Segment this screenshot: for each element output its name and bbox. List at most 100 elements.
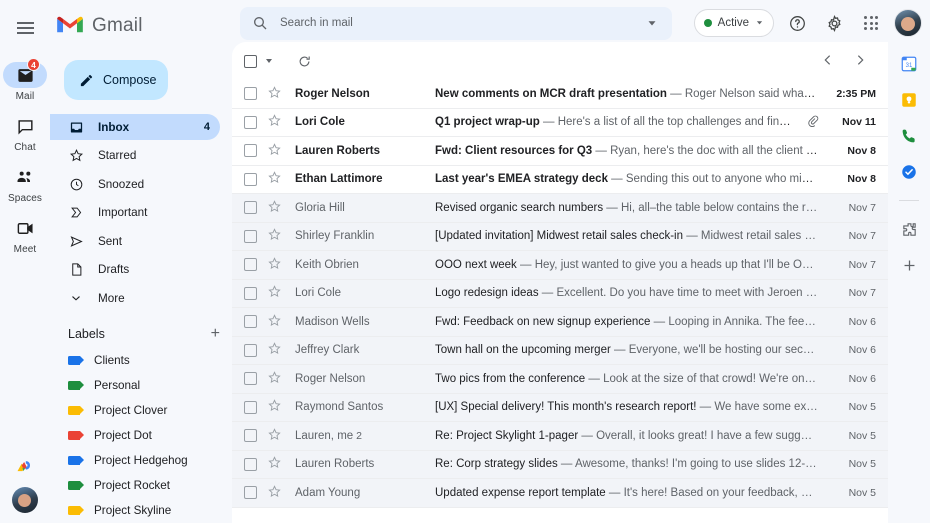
chevron-right-icon[interactable] bbox=[852, 52, 870, 70]
star-icon[interactable] bbox=[267, 256, 283, 274]
google-apps-color-icon[interactable] bbox=[15, 457, 35, 477]
gear-settings-icon[interactable] bbox=[820, 9, 848, 37]
email-row[interactable]: Lauren Roberts Fwd: Client resources for … bbox=[232, 137, 888, 166]
email-row[interactable]: Gloria Hill Revised organic search number… bbox=[232, 194, 888, 223]
sidebar-item-important[interactable]: Important bbox=[50, 200, 220, 226]
email-select-checkbox[interactable] bbox=[244, 372, 257, 386]
star-icon[interactable] bbox=[267, 199, 283, 217]
sidebar-item-snoozed[interactable]: Snoozed bbox=[50, 171, 220, 197]
email-select-checkbox[interactable] bbox=[244, 258, 257, 272]
star-icon[interactable] bbox=[267, 427, 283, 445]
email-row[interactable]: Lori Cole Q1 project wrap-up — Here's a l… bbox=[232, 108, 888, 137]
label-text: Personal bbox=[94, 378, 141, 392]
label-item-project-clover[interactable]: Project Clover bbox=[50, 398, 232, 423]
email-row[interactable]: Lori Cole Logo redesign ideas — Excellent… bbox=[232, 279, 888, 308]
email-subject-cell: New comments on MCR draft presentation —… bbox=[435, 88, 818, 100]
email-row[interactable]: Keith Obrien OOO next week — Hey, just wa… bbox=[232, 251, 888, 280]
chevron-left-icon[interactable] bbox=[820, 52, 838, 70]
label-item-project-rocket[interactable]: Project Rocket bbox=[50, 473, 232, 498]
email-select-checkbox[interactable] bbox=[244, 343, 257, 357]
hamburger-menu-icon[interactable] bbox=[5, 8, 45, 48]
star-icon[interactable] bbox=[267, 313, 283, 331]
plus-icon[interactable] bbox=[899, 255, 919, 275]
star-icon[interactable] bbox=[267, 170, 283, 188]
email-row[interactable]: Lauren Roberts Re: Corp strategy slides —… bbox=[232, 450, 888, 479]
email-row[interactable]: Roger Nelson New comments on MCR draft pr… bbox=[232, 80, 888, 109]
email-subject-cell: Last year's EMEA strategy deck — Sending… bbox=[435, 173, 818, 185]
email-select-checkbox[interactable] bbox=[244, 201, 257, 215]
select-all-checkbox[interactable] bbox=[244, 54, 257, 68]
status-badge[interactable]: Active bbox=[693, 9, 774, 37]
search-options-chevron-icon[interactable] bbox=[644, 15, 660, 31]
select-all-chevron-down-icon[interactable] bbox=[266, 59, 272, 63]
rail-item-mail[interactable]: 4 Mail bbox=[0, 58, 50, 102]
panel-divider bbox=[899, 200, 919, 201]
label-item-project-skyline[interactable]: Project Skyline bbox=[50, 498, 232, 523]
label-item-clients[interactable]: Clients bbox=[50, 348, 232, 373]
sidebar-item-inbox[interactable]: Inbox 4 bbox=[50, 114, 220, 140]
email-row[interactable]: Ethan Lattimore Last year's EMEA strategy… bbox=[232, 165, 888, 194]
rail-item-meet[interactable]: Meet bbox=[0, 215, 50, 255]
sidebar-item-drafts[interactable]: Drafts bbox=[50, 257, 220, 283]
star-icon[interactable] bbox=[267, 142, 283, 160]
email-select-checkbox[interactable] bbox=[244, 315, 257, 329]
email-select-checkbox[interactable] bbox=[244, 400, 257, 414]
label-item-project-hedgehog[interactable]: Project Hedgehog bbox=[50, 448, 232, 473]
refresh-icon[interactable] bbox=[290, 47, 318, 75]
email-list: Roger Nelson New comments on MCR draft pr… bbox=[232, 80, 888, 523]
email-snippet: We have some exciting... bbox=[714, 401, 818, 414]
email-row[interactable]: Shirley Franklin [Updated invitation] Mid… bbox=[232, 222, 888, 251]
sidebar-label-inbox: Inbox bbox=[98, 120, 130, 134]
email-select-checkbox[interactable] bbox=[244, 429, 257, 443]
sidebar-item-sent[interactable]: Sent bbox=[50, 228, 220, 254]
sidebar-item-starred[interactable]: Starred bbox=[50, 143, 220, 169]
star-icon[interactable] bbox=[267, 398, 283, 416]
mail-icon: 4 bbox=[3, 58, 47, 88]
email-select-checkbox[interactable] bbox=[244, 457, 257, 471]
star-icon[interactable] bbox=[267, 341, 283, 359]
google-voice-icon[interactable] bbox=[899, 126, 919, 146]
google-apps-grid-icon[interactable] bbox=[857, 9, 885, 37]
star-icon[interactable] bbox=[267, 227, 283, 245]
email-select-checkbox[interactable] bbox=[244, 172, 257, 186]
email-select-checkbox[interactable] bbox=[244, 144, 257, 158]
email-row[interactable]: Adam Young Updated expense report templat… bbox=[232, 479, 888, 508]
label-item-project-dot[interactable]: Project Dot bbox=[50, 423, 232, 448]
email-row[interactable]: Jeffrey Clark Town hall on the upcoming m… bbox=[232, 336, 888, 365]
label-item-personal[interactable]: Personal bbox=[50, 373, 232, 398]
compose-button[interactable]: Compose bbox=[64, 60, 168, 100]
star-icon[interactable] bbox=[267, 484, 283, 502]
star-icon[interactable] bbox=[267, 113, 283, 131]
sidebar-item-more[interactable]: More bbox=[50, 285, 220, 311]
rail-item-chat[interactable]: Chat bbox=[0, 113, 50, 153]
email-select-checkbox[interactable] bbox=[244, 229, 257, 243]
label-text: Project Rocket bbox=[94, 478, 170, 492]
label-color-tag bbox=[68, 430, 84, 440]
email-row[interactable]: Raymond Santos [UX] Special delivery! Thi… bbox=[232, 393, 888, 422]
star-icon[interactable] bbox=[267, 284, 283, 302]
star-icon[interactable] bbox=[267, 370, 283, 388]
user-avatar[interactable] bbox=[894, 9, 922, 37]
email-select-checkbox[interactable] bbox=[244, 286, 257, 300]
google-calendar-icon[interactable]: 31 bbox=[899, 54, 919, 74]
search-bar[interactable] bbox=[240, 6, 672, 40]
plus-icon[interactable]: + bbox=[211, 325, 220, 342]
email-date: Nov 8 bbox=[847, 173, 876, 186]
star-icon[interactable] bbox=[267, 455, 283, 473]
email-row[interactable]: Lauren, me 2 Re: Project Skylight 1-pager… bbox=[232, 422, 888, 451]
google-tasks-icon[interactable] bbox=[899, 162, 919, 182]
email-select-checkbox[interactable] bbox=[244, 486, 257, 500]
email-row[interactable]: Roger Nelson Two pics from the conference… bbox=[232, 365, 888, 394]
email-row[interactable]: Madison Wells Fwd: Feedback on new signup… bbox=[232, 308, 888, 337]
rail-item-spaces[interactable]: Spaces bbox=[0, 164, 50, 204]
brand[interactable]: Gmail bbox=[50, 6, 232, 46]
google-keep-icon[interactable] bbox=[899, 90, 919, 110]
search-input[interactable] bbox=[280, 17, 632, 29]
email-snippet: It's here! Based on your feedback, we've… bbox=[623, 486, 818, 499]
puzzle-addons-icon[interactable] bbox=[899, 219, 919, 239]
email-select-checkbox[interactable] bbox=[244, 87, 257, 101]
help-question-icon[interactable] bbox=[783, 9, 811, 37]
rail-user-avatar[interactable] bbox=[12, 487, 38, 513]
email-select-checkbox[interactable] bbox=[244, 115, 257, 129]
star-icon[interactable] bbox=[267, 85, 283, 103]
